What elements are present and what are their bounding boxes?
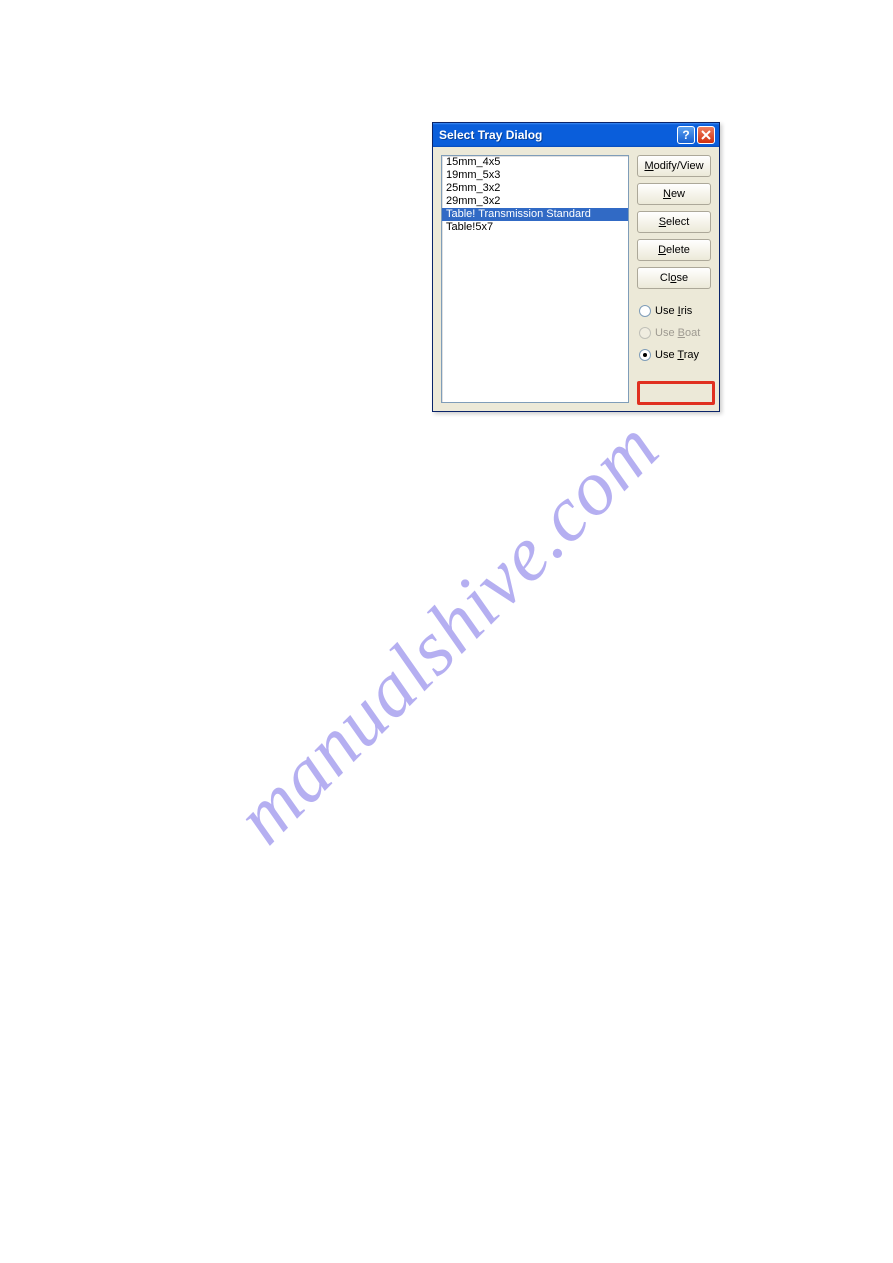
delete-button[interactable]: Delete — [637, 239, 711, 261]
close-window-button[interactable] — [697, 126, 715, 144]
close-button[interactable]: Close — [637, 267, 711, 289]
select-button[interactable]: Select — [637, 211, 711, 233]
button-label: New — [663, 188, 685, 200]
radio-icon — [639, 349, 651, 361]
help-icon: ? — [682, 128, 689, 142]
radio-icon — [639, 327, 651, 339]
new-button[interactable]: New — [637, 183, 711, 205]
dialog-title: Select Tray Dialog — [439, 128, 675, 142]
radio-label: Use Boat — [655, 327, 700, 339]
button-label: Modify/View — [644, 160, 703, 172]
button-label: Select — [659, 216, 690, 228]
list-item-selected[interactable]: Table! Transmission Standard — [442, 208, 628, 221]
close-icon — [701, 130, 711, 140]
radio-icon — [639, 305, 651, 317]
use-iris-radio[interactable]: Use Iris — [637, 303, 711, 319]
list-item[interactable]: 15mm_4x5 — [442, 156, 628, 169]
button-label: Close — [660, 272, 688, 284]
radio-label: Use Iris — [655, 305, 692, 317]
radio-label: Use Tray — [655, 349, 699, 361]
use-tray-radio[interactable]: Use Tray — [637, 347, 711, 363]
select-tray-dialog: Select Tray Dialog ? 15mm_4x5 19mm_5x3 2… — [432, 122, 720, 412]
list-item[interactable]: 29mm_3x2 — [442, 195, 628, 208]
tray-listbox[interactable]: 15mm_4x5 19mm_5x3 25mm_3x2 29mm_3x2 Tabl… — [441, 155, 629, 403]
button-label: Delete — [658, 244, 690, 256]
dialog-client-area: 15mm_4x5 19mm_5x3 25mm_3x2 29mm_3x2 Tabl… — [433, 147, 719, 411]
dialog-titlebar: Select Tray Dialog ? — [433, 123, 719, 147]
radio-dot-icon — [643, 353, 647, 357]
use-boat-radio: Use Boat — [637, 325, 711, 341]
list-item[interactable]: 19mm_5x3 — [442, 169, 628, 182]
watermark-text: manualshive.com — [217, 402, 676, 861]
list-item[interactable]: Table!5x7 — [442, 221, 628, 234]
mode-radio-group: Use Iris Use Boat Use Tray — [637, 303, 711, 363]
list-item[interactable]: 25mm_3x2 — [442, 182, 628, 195]
help-button[interactable]: ? — [677, 126, 695, 144]
dialog-side-panel: Modify/View New Select Delete Close Use … — [637, 155, 711, 403]
modify-view-button[interactable]: Modify/View — [637, 155, 711, 177]
